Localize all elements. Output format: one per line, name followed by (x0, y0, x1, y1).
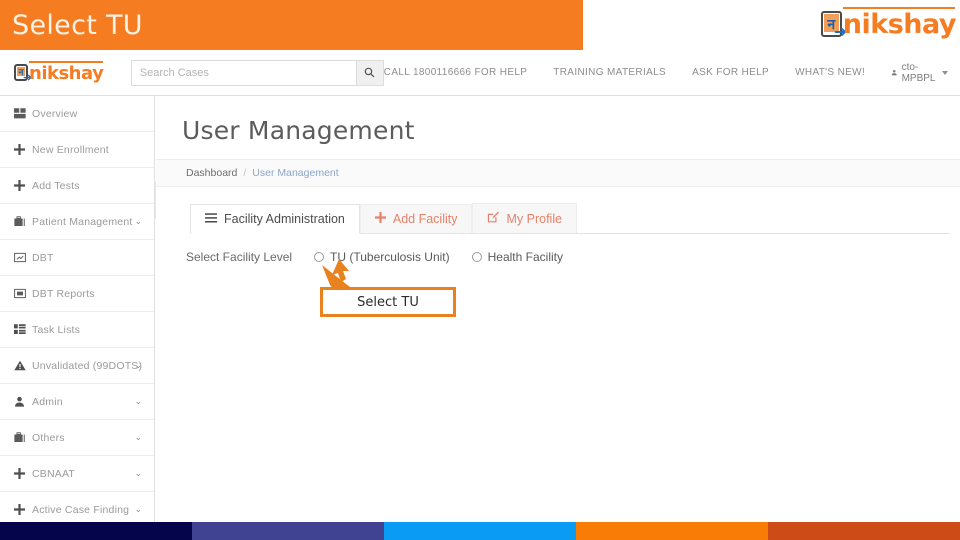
search-icon (364, 67, 375, 78)
plus-icon (14, 144, 32, 155)
user-name: cto-MPBPL (901, 61, 936, 84)
chevron-down-icon (942, 70, 948, 75)
annotation-callout-text: Select TU (357, 294, 419, 310)
main-content: User Management Dashboard / User Managem… (156, 96, 960, 522)
chevron-down-icon: ⌄ (134, 432, 142, 442)
chevron-down-icon: ⌄ (134, 360, 142, 370)
list-icon (205, 212, 217, 226)
sidebar-label: Unvalidated (99DOTS) (32, 359, 143, 372)
nav-link-training[interactable]: TRAINING MATERIALS (553, 67, 666, 78)
sidebar-item-patient-management[interactable]: Patient Management ⌄ (0, 204, 154, 240)
chevron-down-icon: ⌄ (134, 216, 142, 226)
sidebar: Overview New Enrollment Add Tests Patien… (0, 96, 155, 528)
bottom-color-bar (0, 522, 960, 540)
annotation-callout: Select TU (320, 287, 456, 317)
tab-label: My Profile (506, 211, 563, 226)
nikshay-logo-navbar: न ➜ nikshay (14, 61, 104, 84)
plus-icon (14, 504, 32, 515)
briefcase-icon (14, 216, 32, 227)
sidebar-label: Overview (32, 107, 78, 120)
radio-dot-icon (471, 252, 482, 262)
radio-health-facility[interactable]: Health Facility (471, 250, 563, 264)
breadcrumb-dashboard[interactable]: Dashboard (186, 167, 237, 179)
grid-icon (14, 324, 32, 335)
nav-link-call-help[interactable]: CALL 1800116666 FOR HELP (384, 67, 527, 78)
dashboard-icon (14, 108, 32, 119)
slide-title-banner: Select TU (0, 0, 583, 50)
nikshay-phone-icon: न ➜ (820, 10, 847, 40)
sidebar-item-new-enrollment[interactable]: New Enrollment (0, 132, 154, 168)
app-root: Select TU न ➜ nikshay न ➜ nikshay Search… (0, 0, 960, 540)
tab-facility-administration[interactable]: Facility Administration (190, 204, 360, 234)
plus-icon (14, 180, 32, 191)
radio-label: Health Facility (487, 250, 563, 264)
colorbar-segment-4 (576, 522, 768, 540)
sidebar-label: Add Tests (32, 179, 80, 192)
nikshay-wordmark: nikshay (842, 7, 957, 40)
colorbar-segment-3 (384, 522, 576, 540)
chevron-down-icon: ⌄ (134, 468, 142, 478)
radio-dot-icon (314, 252, 325, 262)
brand-logo-top-right: न ➜ nikshay (820, 7, 957, 40)
person-icon (14, 396, 32, 407)
facility-level-label: Select Facility Level (186, 250, 293, 264)
user-icon (891, 70, 897, 76)
nav-link-ask-help[interactable]: ASK FOR HELP (692, 67, 769, 78)
report-icon (14, 288, 32, 299)
top-navbar: न ➜ nikshay CALL 1800116666 FOR HELP TRA (0, 50, 960, 96)
colorbar-segment-2 (192, 522, 384, 540)
user-menu[interactable]: cto-MPBPL (891, 62, 948, 84)
sidebar-label: Active Case Finding (32, 503, 130, 516)
plus-icon (374, 212, 386, 226)
search-input[interactable] (130, 59, 356, 86)
chevron-down-icon: ⌄ (134, 504, 142, 514)
navbar-links: CALL 1800116666 FOR HELP TRAINING MATERI… (384, 62, 960, 84)
sidebar-label: DBT (32, 251, 54, 264)
sidebar-item-add-tests[interactable]: Add Tests (0, 168, 154, 204)
slide-title: Select TU (12, 9, 143, 41)
radio-tu-tuberculosis-unit[interactable]: TU (Tuberculosis Unit) (314, 250, 450, 264)
tab-my-profile[interactable]: My Profile (472, 203, 578, 233)
chart-icon (14, 252, 32, 263)
briefcase-icon (14, 432, 32, 443)
sidebar-item-others[interactable]: Others ⌄ (0, 420, 154, 456)
tab-bar: Facility Administration Add Facility My … (190, 203, 950, 234)
page-title: User Management (182, 116, 415, 145)
sidebar-label: Admin (32, 395, 63, 408)
search-box (130, 59, 384, 86)
sidebar-item-cbnaat[interactable]: CBNAAT ⌄ (0, 456, 154, 492)
facility-level-row: Select Facility Level TU (Tuberculosis U… (186, 250, 960, 264)
sidebar-label: DBT Reports (32, 287, 95, 300)
sidebar-item-unvalidated-99dots[interactable]: Unvalidated (99DOTS) ⌄ (0, 348, 154, 384)
nikshay-phone-icon: न ➜ (14, 64, 32, 84)
radio-label: TU (Tuberculosis Unit) (330, 250, 450, 264)
sidebar-item-dbt[interactable]: DBT (0, 240, 154, 276)
edit-icon (487, 211, 500, 226)
sidebar-label: CBNAAT (32, 467, 76, 480)
colorbar-segment-1 (0, 522, 192, 540)
breadcrumb-separator: / (243, 167, 247, 179)
breadcrumb-current: User Management (252, 167, 339, 179)
sidebar-label: Task Lists (32, 323, 81, 336)
tab-label: Add Facility (392, 212, 458, 226)
breadcrumb: Dashboard / User Management (156, 159, 960, 187)
nav-link-whats-new[interactable]: WHAT'S NEW! (795, 67, 865, 78)
tab-label: Facility Administration (224, 212, 345, 226)
chevron-down-icon: ⌄ (134, 396, 142, 406)
sidebar-label: New Enrollment (32, 143, 109, 156)
sidebar-label: Others (32, 431, 65, 444)
nikshay-wordmark: nikshay (29, 61, 104, 84)
sidebar-item-overview[interactable]: Overview (0, 96, 154, 132)
sidebar-item-admin[interactable]: Admin ⌄ (0, 384, 154, 420)
navbar-brand[interactable]: न ➜ nikshay (0, 61, 125, 84)
plus-icon (14, 468, 32, 479)
search-button[interactable] (355, 59, 384, 86)
colorbar-segment-5 (768, 522, 960, 540)
sidebar-item-dbt-reports[interactable]: DBT Reports (0, 276, 154, 312)
tab-add-facility[interactable]: Add Facility (359, 204, 473, 233)
nikshay-logo: न ➜ nikshay (820, 7, 957, 40)
warning-icon (14, 360, 32, 371)
sidebar-label: Patient Management (32, 215, 133, 228)
sidebar-item-task-lists[interactable]: Task Lists (0, 312, 154, 348)
